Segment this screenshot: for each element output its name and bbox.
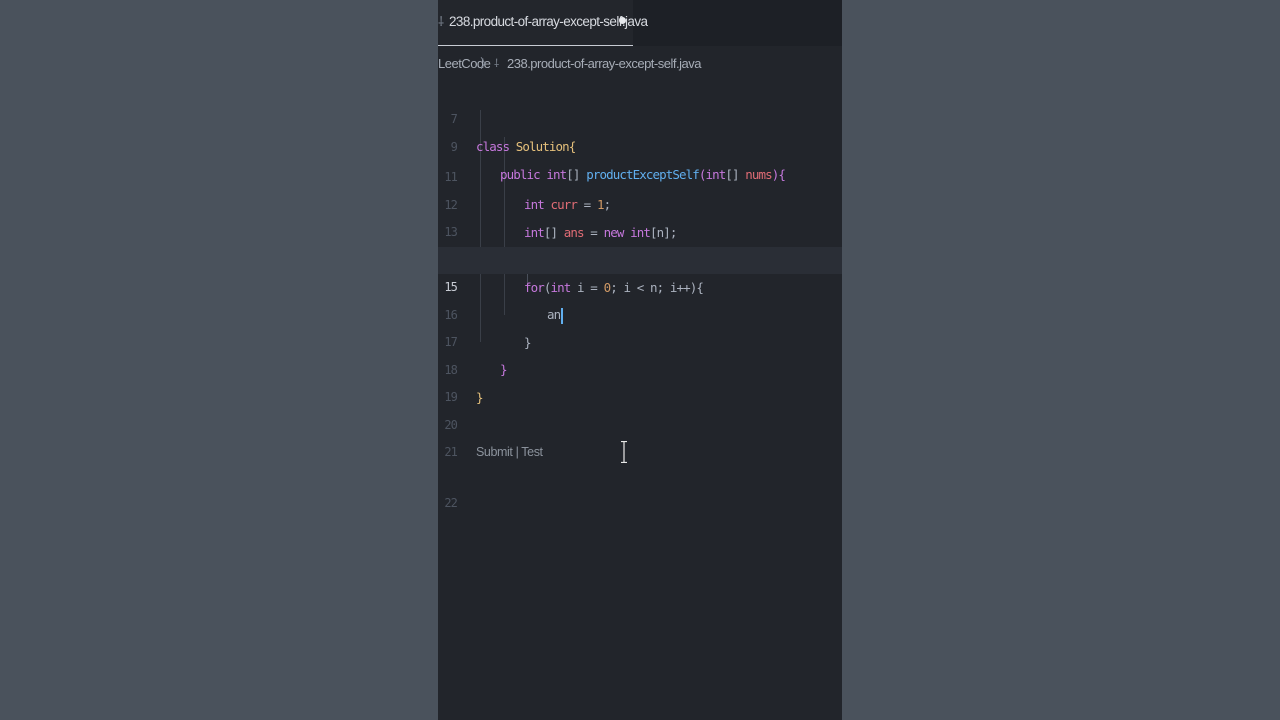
line-number: 22 bbox=[444, 496, 458, 510]
code-line[interactable]: 20 bbox=[438, 385, 842, 432]
code-line[interactable]: 13 bbox=[438, 192, 842, 239]
code-line[interactable]: 11 int curr = 1; bbox=[438, 137, 842, 212]
code-line[interactable]: 22 bbox=[438, 463, 842, 510]
code-editor[interactable]: ⸸ 238.product-of-array-except-self.java … bbox=[438, 0, 842, 720]
code-line[interactable]: 14 for(int i = 0; i < n; i++){ bbox=[438, 220, 842, 295]
codelens-separator: | bbox=[512, 445, 522, 459]
code-line[interactable]: 16 } bbox=[438, 275, 842, 350]
code-line-current[interactable]: 15 an bbox=[438, 247, 842, 324]
submit-codelens-link[interactable]: Submit bbox=[476, 445, 513, 459]
line-number: 21 bbox=[444, 445, 458, 459]
code-area[interactable]: 7 class Solution{ 9 public int[] product… bbox=[438, 0, 842, 720]
code-line[interactable]: 18 } bbox=[438, 330, 842, 405]
code-line[interactable]: 21 bbox=[438, 412, 842, 459]
codelens: Submit | Test bbox=[476, 443, 543, 461]
mouse-ibeam-cursor-icon bbox=[621, 441, 627, 463]
code-line[interactable]: 7 class Solution{ bbox=[438, 79, 842, 154]
code-line[interactable]: 12 int[] ans = new int[n]; bbox=[438, 165, 842, 240]
test-codelens-link[interactable]: Test bbox=[521, 445, 543, 459]
code-line[interactable]: 9 public int[] productExceptSelf(int[] n… bbox=[438, 107, 842, 182]
code-line[interactable]: 19 bbox=[438, 357, 842, 404]
code-line[interactable]: 17 } bbox=[438, 302, 842, 377]
